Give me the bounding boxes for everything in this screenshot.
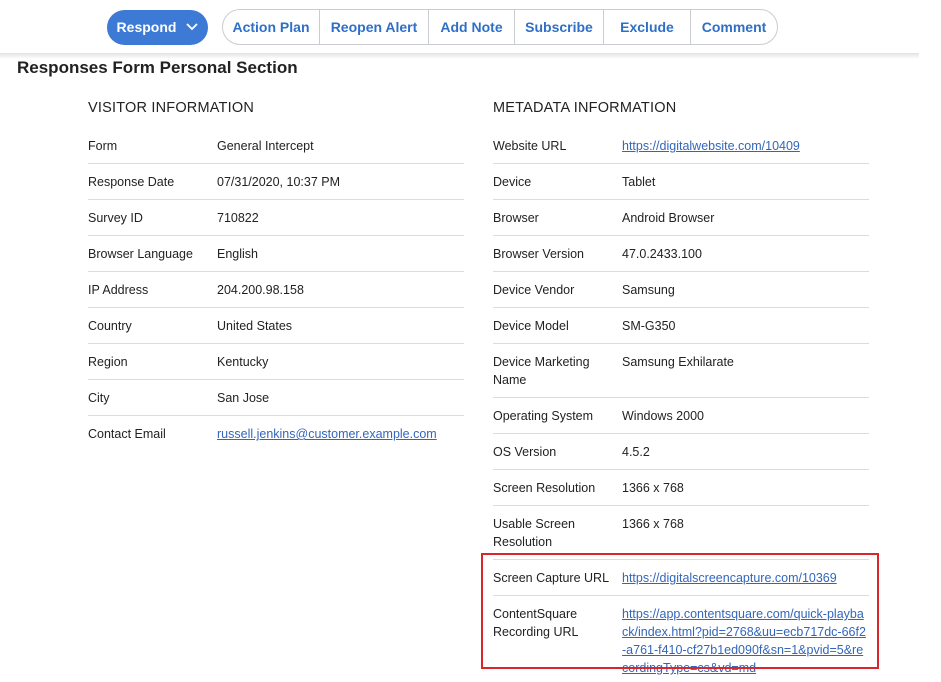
table-row: Contact Email russell.jenkins@customer.ex… (88, 416, 464, 451)
row-value: United States (217, 319, 293, 333)
table-row: Website URL https://digitalwebsite.com/10… (493, 128, 869, 164)
table-row: ContentSquare Recording URL https://app.c… (493, 596, 869, 682)
row-value-link[interactable]: https://digitalwebsite.com/10409 (622, 137, 869, 155)
table-row: Device Marketing Name Samsung Exhilarate (493, 344, 869, 398)
table-row: IP Address 204.200.98.158 (88, 272, 464, 308)
row-label: Browser Version (493, 247, 585, 261)
table-row: Browser Version 47.0.2433.100 (493, 236, 869, 272)
table-row: Device Tablet (493, 164, 869, 200)
row-label: ContentSquare Recording URL (493, 607, 579, 639)
row-label: Screen Resolution (493, 481, 596, 495)
row-value: 07/31/2020, 10:37 PM (217, 175, 341, 189)
row-label: IP Address (88, 283, 149, 297)
respond-button-label: Respond (116, 19, 177, 35)
subscribe-button[interactable]: Subscribe (515, 10, 604, 44)
row-label: Device Vendor (493, 283, 575, 297)
respond-button[interactable]: Respond (107, 9, 208, 45)
table-row: Screen Capture URL https://digitalscreenc… (493, 560, 869, 596)
table-row: Browser Android Browser (493, 200, 869, 236)
metadata-information-table: Website URL https://digitalwebsite.com/10… (493, 128, 869, 682)
row-label: Form (88, 139, 118, 153)
table-row: Response Date 07/31/2020, 10:37 PM (88, 164, 464, 200)
row-value: 4.5.2 (622, 445, 650, 459)
visitor-information-table: Form General Intercept Response Date 07/31/… (88, 128, 464, 451)
row-label: Region (88, 355, 128, 369)
row-value: Kentucky (217, 355, 269, 369)
table-row: Screen Resolution 1366 x 768 (493, 470, 869, 506)
metadata-information-panel: METADATA INFORMATION Website URL https://… (493, 100, 869, 682)
visitor-information-title: VISITOR INFORMATION (88, 100, 254, 116)
exclude-button[interactable]: Exclude (604, 10, 691, 44)
row-value: 710822 (217, 211, 259, 225)
row-label: Device Marketing Name (493, 355, 590, 387)
table-row: Region Kentucky (88, 344, 464, 380)
action-button-group: Action Plan Reopen Alert Add Note Subscr… (222, 9, 778, 45)
row-value: 1366 x 768 (622, 481, 684, 495)
row-label: Usable Screen Resolution (493, 517, 575, 549)
row-label: Survey ID (88, 211, 143, 225)
row-label: Operating System (493, 409, 594, 423)
row-label: Browser (493, 211, 539, 225)
visitor-information-panel: VISITOR INFORMATION Form General Intercep… (88, 100, 464, 451)
row-label: Country (88, 319, 132, 333)
table-row: OS Version 4.5.2 (493, 434, 869, 470)
row-label: Browser Language (88, 247, 193, 261)
row-label: City (88, 391, 110, 405)
row-label: Response Date (88, 175, 175, 189)
row-value: 47.0.2433.100 (622, 247, 702, 261)
table-row: Operating System Windows 2000 (493, 398, 869, 434)
row-value: General Intercept (217, 139, 314, 153)
table-row: Device Model SM-G350 (493, 308, 869, 344)
row-label: Device Model (493, 319, 569, 333)
row-value-link[interactable]: russell.jenkins@customer.example.com (217, 425, 464, 443)
row-value-link[interactable]: https://app.contentsquare.com/quick-play… (622, 605, 869, 677)
action-plan-button[interactable]: Action Plan (223, 10, 320, 44)
row-value: SM-G350 (622, 319, 676, 333)
comment-button[interactable]: Comment (691, 10, 777, 44)
table-row: Browser Language English (88, 236, 464, 272)
metadata-information-title: METADATA INFORMATION (493, 100, 677, 116)
table-row: City San Jose (88, 380, 464, 416)
row-label: OS Version (493, 445, 557, 459)
row-value: Windows 2000 (622, 409, 704, 423)
row-value: 204.200.98.158 (217, 283, 304, 297)
chevron-down-icon (186, 23, 199, 31)
row-value-link[interactable]: https://digitalscreencapture.com/10369 (622, 569, 869, 587)
table-row: Device Vendor Samsung (493, 272, 869, 308)
row-value: 1366 x 768 (622, 517, 684, 531)
row-value: San Jose (217, 391, 270, 405)
row-value: English (217, 247, 258, 261)
reopen-alert-button[interactable]: Reopen Alert (320, 10, 429, 44)
page-title: Responses Form Personal Section (17, 58, 298, 77)
row-label: Website URL (493, 139, 567, 153)
row-label: Screen Capture URL (493, 571, 610, 585)
row-label: Contact Email (88, 427, 166, 441)
table-row: Country United States (88, 308, 464, 344)
row-value: Tablet (622, 175, 656, 189)
action-toolbar: Respond Action Plan Reopen Alert Add Not… (107, 9, 778, 45)
add-note-button[interactable]: Add Note (429, 10, 515, 44)
table-row: Survey ID 710822 (88, 200, 464, 236)
row-label: Device (493, 175, 532, 189)
table-row: Form General Intercept (88, 128, 464, 164)
row-value: Android Browser (622, 211, 715, 225)
table-row: Usable Screen Resolution 1366 x 768 (493, 506, 869, 560)
row-value: Samsung (622, 283, 675, 297)
row-value: Samsung Exhilarate (622, 355, 734, 369)
